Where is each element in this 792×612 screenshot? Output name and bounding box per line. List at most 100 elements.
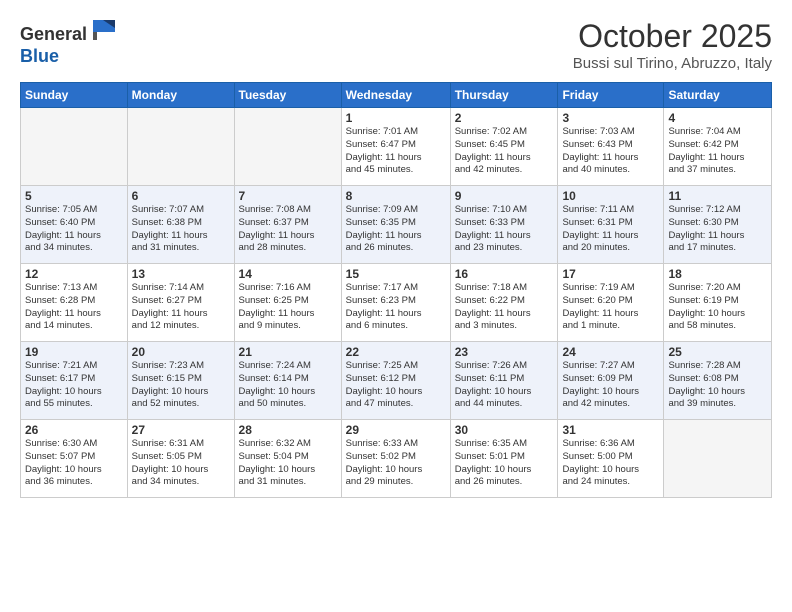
day-info: Sunrise: 6:32 AM Sunset: 5:04 PM Dayligh… <box>239 438 337 489</box>
calendar-cell-w3-d3: 15Sunrise: 7:17 AM Sunset: 6:23 PM Dayli… <box>341 264 450 342</box>
calendar-cell-w5-d0: 26Sunrise: 6:30 AM Sunset: 5:07 PM Dayli… <box>21 420 128 498</box>
calendar-week-3: 12Sunrise: 7:13 AM Sunset: 6:28 PM Dayli… <box>21 264 772 342</box>
calendar-cell-w5-d3: 29Sunrise: 6:33 AM Sunset: 5:02 PM Dayli… <box>341 420 450 498</box>
day-info: Sunrise: 6:33 AM Sunset: 5:02 PM Dayligh… <box>346 438 446 489</box>
day-info: Sunrise: 6:35 AM Sunset: 5:01 PM Dayligh… <box>455 438 554 489</box>
calendar-cell-w2-d3: 8Sunrise: 7:09 AM Sunset: 6:35 PM Daylig… <box>341 186 450 264</box>
day-number: 11 <box>668 189 767 203</box>
calendar-cell-w1-d4: 2Sunrise: 7:02 AM Sunset: 6:45 PM Daylig… <box>450 108 558 186</box>
calendar-cell-w5-d4: 30Sunrise: 6:35 AM Sunset: 5:01 PM Dayli… <box>450 420 558 498</box>
day-info: Sunrise: 7:12 AM Sunset: 6:30 PM Dayligh… <box>668 204 767 255</box>
calendar-cell-w2-d4: 9Sunrise: 7:10 AM Sunset: 6:33 PM Daylig… <box>450 186 558 264</box>
day-number: 29 <box>346 423 446 437</box>
day-info: Sunrise: 6:30 AM Sunset: 5:07 PM Dayligh… <box>25 438 123 489</box>
calendar-cell-w4-d1: 20Sunrise: 7:23 AM Sunset: 6:15 PM Dayli… <box>127 342 234 420</box>
day-info: Sunrise: 7:16 AM Sunset: 6:25 PM Dayligh… <box>239 282 337 333</box>
calendar-cell-w1-d6: 4Sunrise: 7:04 AM Sunset: 6:42 PM Daylig… <box>664 108 772 186</box>
day-info: Sunrise: 7:02 AM Sunset: 6:45 PM Dayligh… <box>455 126 554 177</box>
day-info: Sunrise: 7:27 AM Sunset: 6:09 PM Dayligh… <box>562 360 659 411</box>
calendar-cell-w3-d4: 16Sunrise: 7:18 AM Sunset: 6:22 PM Dayli… <box>450 264 558 342</box>
day-number: 19 <box>25 345 123 359</box>
day-info: Sunrise: 6:36 AM Sunset: 5:00 PM Dayligh… <box>562 438 659 489</box>
calendar-cell-w1-d1 <box>127 108 234 186</box>
calendar-cell-w2-d2: 7Sunrise: 7:08 AM Sunset: 6:37 PM Daylig… <box>234 186 341 264</box>
day-info: Sunrise: 7:03 AM Sunset: 6:43 PM Dayligh… <box>562 126 659 177</box>
calendar-table: Sunday Monday Tuesday Wednesday Thursday… <box>20 82 772 498</box>
calendar-cell-w2-d5: 10Sunrise: 7:11 AM Sunset: 6:31 PM Dayli… <box>558 186 664 264</box>
day-info: Sunrise: 7:01 AM Sunset: 6:47 PM Dayligh… <box>346 126 446 177</box>
calendar-week-4: 19Sunrise: 7:21 AM Sunset: 6:17 PM Dayli… <box>21 342 772 420</box>
day-number: 10 <box>562 189 659 203</box>
logo-blue: Blue <box>20 46 59 66</box>
calendar-week-2: 5Sunrise: 7:05 AM Sunset: 6:40 PM Daylig… <box>21 186 772 264</box>
day-number: 25 <box>668 345 767 359</box>
day-info: Sunrise: 7:17 AM Sunset: 6:23 PM Dayligh… <box>346 282 446 333</box>
calendar-cell-w4-d6: 25Sunrise: 7:28 AM Sunset: 6:08 PM Dayli… <box>664 342 772 420</box>
day-info: Sunrise: 7:04 AM Sunset: 6:42 PM Dayligh… <box>668 126 767 177</box>
day-number: 18 <box>668 267 767 281</box>
logo-text: General Blue <box>20 18 117 67</box>
calendar-cell-w4-d3: 22Sunrise: 7:25 AM Sunset: 6:12 PM Dayli… <box>341 342 450 420</box>
calendar-cell-w5-d6 <box>664 420 772 498</box>
calendar-cell-w2-d6: 11Sunrise: 7:12 AM Sunset: 6:30 PM Dayli… <box>664 186 772 264</box>
calendar-week-1: 1Sunrise: 7:01 AM Sunset: 6:47 PM Daylig… <box>21 108 772 186</box>
logo-name: General Blue <box>20 18 117 67</box>
day-info: Sunrise: 7:11 AM Sunset: 6:31 PM Dayligh… <box>562 204 659 255</box>
page: General Blue October 2025 Bussi sul Tiri… <box>0 0 792 612</box>
month-title: October 2025 <box>573 18 772 55</box>
day-info: Sunrise: 7:20 AM Sunset: 6:19 PM Dayligh… <box>668 282 767 333</box>
day-info: Sunrise: 7:24 AM Sunset: 6:14 PM Dayligh… <box>239 360 337 411</box>
day-info: Sunrise: 7:09 AM Sunset: 6:35 PM Dayligh… <box>346 204 446 255</box>
calendar-header-row: Sunday Monday Tuesday Wednesday Thursday… <box>21 83 772 108</box>
day-info: Sunrise: 7:21 AM Sunset: 6:17 PM Dayligh… <box>25 360 123 411</box>
logo-general: General <box>20 24 87 44</box>
day-info: Sunrise: 7:23 AM Sunset: 6:15 PM Dayligh… <box>132 360 230 411</box>
day-number: 24 <box>562 345 659 359</box>
calendar-cell-w5-d1: 27Sunrise: 6:31 AM Sunset: 5:05 PM Dayli… <box>127 420 234 498</box>
day-number: 28 <box>239 423 337 437</box>
day-info: Sunrise: 7:25 AM Sunset: 6:12 PM Dayligh… <box>346 360 446 411</box>
day-number: 20 <box>132 345 230 359</box>
day-number: 7 <box>239 189 337 203</box>
day-info: Sunrise: 7:19 AM Sunset: 6:20 PM Dayligh… <box>562 282 659 333</box>
day-info: Sunrise: 6:31 AM Sunset: 5:05 PM Dayligh… <box>132 438 230 489</box>
day-info: Sunrise: 7:18 AM Sunset: 6:22 PM Dayligh… <box>455 282 554 333</box>
day-number: 8 <box>346 189 446 203</box>
location-subtitle: Bussi sul Tirino, Abruzzo, Italy <box>573 55 772 72</box>
calendar-cell-w4-d5: 24Sunrise: 7:27 AM Sunset: 6:09 PM Dayli… <box>558 342 664 420</box>
day-number: 1 <box>346 111 446 125</box>
calendar-cell-w4-d0: 19Sunrise: 7:21 AM Sunset: 6:17 PM Dayli… <box>21 342 128 420</box>
day-info: Sunrise: 7:08 AM Sunset: 6:37 PM Dayligh… <box>239 204 337 255</box>
day-number: 3 <box>562 111 659 125</box>
day-number: 2 <box>455 111 554 125</box>
col-wednesday: Wednesday <box>341 83 450 108</box>
day-info: Sunrise: 7:07 AM Sunset: 6:38 PM Dayligh… <box>132 204 230 255</box>
col-sunday: Sunday <box>21 83 128 108</box>
calendar-cell-w5-d2: 28Sunrise: 6:32 AM Sunset: 5:04 PM Dayli… <box>234 420 341 498</box>
day-number: 16 <box>455 267 554 281</box>
col-tuesday: Tuesday <box>234 83 341 108</box>
calendar-cell-w1-d3: 1Sunrise: 7:01 AM Sunset: 6:47 PM Daylig… <box>341 108 450 186</box>
calendar-cell-w2-d1: 6Sunrise: 7:07 AM Sunset: 6:38 PM Daylig… <box>127 186 234 264</box>
day-number: 31 <box>562 423 659 437</box>
day-number: 21 <box>239 345 337 359</box>
col-thursday: Thursday <box>450 83 558 108</box>
day-number: 5 <box>25 189 123 203</box>
calendar-cell-w4-d2: 21Sunrise: 7:24 AM Sunset: 6:14 PM Dayli… <box>234 342 341 420</box>
day-info: Sunrise: 7:26 AM Sunset: 6:11 PM Dayligh… <box>455 360 554 411</box>
day-number: 13 <box>132 267 230 281</box>
calendar-cell-w5-d5: 31Sunrise: 6:36 AM Sunset: 5:00 PM Dayli… <box>558 420 664 498</box>
calendar-cell-w4-d4: 23Sunrise: 7:26 AM Sunset: 6:11 PM Dayli… <box>450 342 558 420</box>
logo: General Blue <box>20 18 117 67</box>
day-info: Sunrise: 7:28 AM Sunset: 6:08 PM Dayligh… <box>668 360 767 411</box>
title-block: October 2025 Bussi sul Tirino, Abruzzo, … <box>573 18 772 72</box>
day-number: 14 <box>239 267 337 281</box>
day-info: Sunrise: 7:05 AM Sunset: 6:40 PM Dayligh… <box>25 204 123 255</box>
day-info: Sunrise: 7:14 AM Sunset: 6:27 PM Dayligh… <box>132 282 230 333</box>
day-number: 4 <box>668 111 767 125</box>
calendar-cell-w1-d2 <box>234 108 341 186</box>
day-number: 17 <box>562 267 659 281</box>
calendar-cell-w3-d2: 14Sunrise: 7:16 AM Sunset: 6:25 PM Dayli… <box>234 264 341 342</box>
calendar-week-5: 26Sunrise: 6:30 AM Sunset: 5:07 PM Dayli… <box>21 420 772 498</box>
day-info: Sunrise: 7:10 AM Sunset: 6:33 PM Dayligh… <box>455 204 554 255</box>
